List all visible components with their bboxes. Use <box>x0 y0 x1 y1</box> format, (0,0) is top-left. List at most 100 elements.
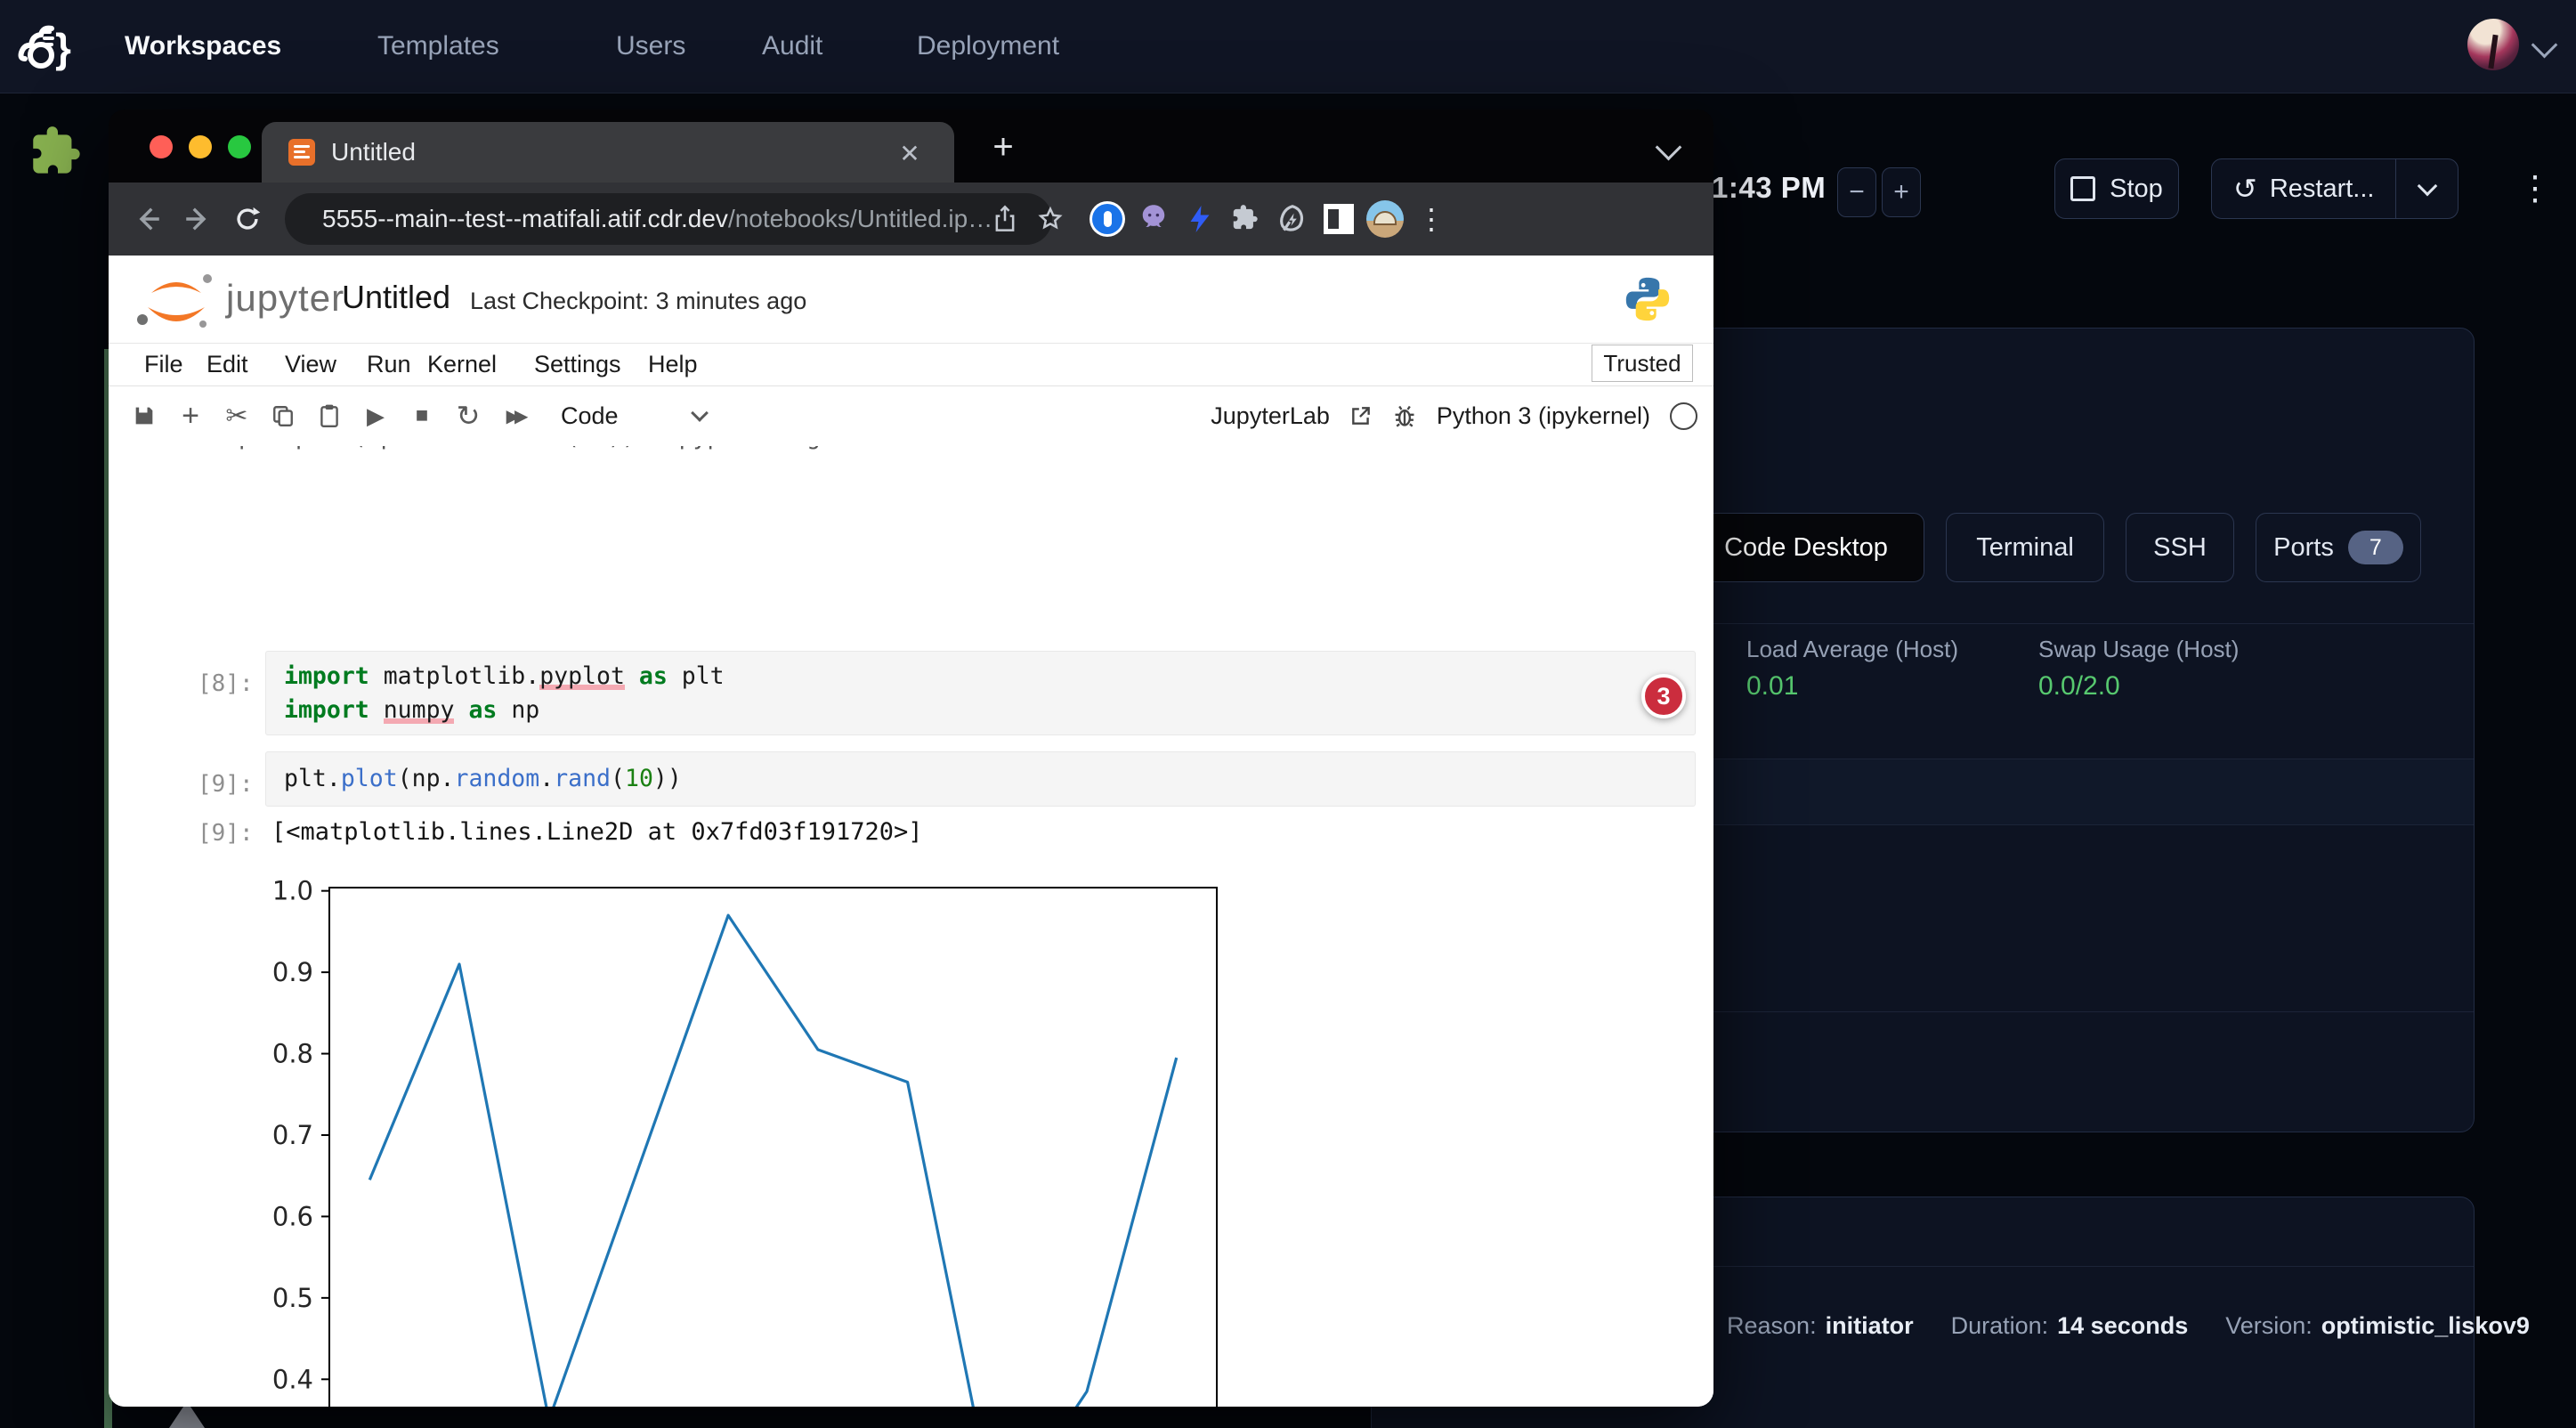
jupyterlab-link[interactable]: JupyterLab <box>1211 402 1330 430</box>
menu-edit[interactable]: Edit <box>207 343 248 385</box>
restart-workspace-button[interactable]: ↺ Restart... <box>2211 158 2459 219</box>
interrupt-kernel-button[interactable]: ■ <box>399 393 445 439</box>
add-cell-button[interactable]: + <box>167 393 214 439</box>
metric-load-average-value: 0.01 <box>1746 671 1798 702</box>
extensions-puzzle-icon[interactable] <box>1223 196 1269 242</box>
share-icon[interactable] <box>992 205 1017 233</box>
stop-workspace-button[interactable]: Stop <box>2054 158 2179 219</box>
app-button-ssh[interactable]: SSH <box>2126 513 2234 582</box>
notebook-title[interactable]: Untitled <box>342 279 450 316</box>
jupyter-favicon <box>288 139 315 166</box>
user-avatar[interactable] <box>2467 19 2519 70</box>
menu-run[interactable]: Run <box>367 343 411 385</box>
address-bar[interactable]: 5555--main--test--matifali.atif.cdr.dev/… <box>285 193 1052 245</box>
window-minimize-button[interactable] <box>189 135 212 158</box>
browser-tab[interactable]: Untitled ✕ <box>262 122 954 183</box>
menu-view[interactable]: View <box>285 343 336 385</box>
app-button-ports[interactable]: Ports 7 <box>2256 513 2421 582</box>
nav-item-deployment[interactable]: Deployment <box>917 0 1059 93</box>
run-cell-button[interactable]: ▶ <box>352 393 399 439</box>
restart-options-button[interactable] <box>2396 184 2458 193</box>
save-button[interactable] <box>121 393 167 439</box>
trusted-button[interactable]: Trusted <box>1592 345 1693 382</box>
svg-text:0.6: 0.6 <box>272 1201 313 1231</box>
energy-saver-icon[interactable] <box>1269 196 1316 242</box>
cell8-editor[interactable]: import matplotlib.pyplot as plt import n… <box>265 651 1696 735</box>
workspace-menu-button[interactable]: ⋮ <box>2510 157 2560 219</box>
menu-settings[interactable]: Settings <box>534 343 621 385</box>
kernel-name[interactable]: Python 3 (ipykernel) <box>1437 402 1650 430</box>
side-panel-icon[interactable] <box>1316 196 1362 242</box>
notebook-checkpoint: Last Checkpoint: 3 minutes ago <box>470 288 806 315</box>
stop-icon <box>2070 176 2095 201</box>
cut-cells-button[interactable]: ✂ <box>214 393 260 439</box>
window-zoom-button[interactable] <box>228 135 251 158</box>
cell9-prompt: [9]: <box>198 771 254 798</box>
cell-type-dropdown[interactable]: Code <box>561 402 619 430</box>
cell-type-chevron-icon[interactable] <box>691 404 709 422</box>
clock: 11:43 PM <box>1697 171 1826 205</box>
chevron-down-icon[interactable] <box>2531 32 2558 59</box>
nav-item-audit[interactable]: Audit <box>762 0 822 93</box>
browser-tab-strip: Untitled ✕ + <box>109 110 1713 183</box>
nav-item-users[interactable]: Users <box>616 0 685 93</box>
bookmark-star-icon[interactable] <box>1037 206 1064 232</box>
lightning-extension-icon[interactable] <box>1177 196 1223 242</box>
metric-load-average-label: Load Average (Host) <box>1746 636 1958 663</box>
restart-kernel-button[interactable]: ↻ <box>445 393 491 439</box>
jupyter-wordmark: jupyter <box>226 277 344 320</box>
nav-item-workspaces[interactable]: Workspaces <box>125 0 281 93</box>
svg-text:0.9: 0.9 <box>272 957 313 987</box>
external-link-icon[interactable] <box>1349 404 1373 427</box>
top-nav: } Workspaces Templates Users Audit Deplo… <box>0 0 2576 93</box>
cell8-prompt: [8]: <box>198 670 254 697</box>
nav-item-templates[interactable]: Templates <box>377 0 499 93</box>
app-button-terminal[interactable]: Terminal <box>1946 513 2104 582</box>
browser-menu-kebab-icon[interactable]: ⋮ <box>1408 196 1454 242</box>
github-extension-icon[interactable] <box>1130 196 1177 242</box>
python-logo-icon <box>1622 273 1673 325</box>
copy-cells-button[interactable] <box>260 393 306 439</box>
build-duration: 14 seconds <box>2057 1312 2188 1339</box>
metric-swap-usage-label: Swap Usage (Host) <box>2038 636 2239 663</box>
jupyter-logo-icon <box>132 268 221 332</box>
menu-help[interactable]: Help <box>648 343 698 385</box>
matplotlib-line-chart: 0.20.30.40.50.60.70.80.91.002468 <box>249 867 1255 1407</box>
kernel-status-icon <box>1670 402 1697 430</box>
metric-swap-usage-value: 0.0/2.0 <box>2038 671 2120 702</box>
clipped-cell-above: plt.plot(np.random.rand(10)) pyplot g <box>239 446 1040 454</box>
browser-profile-avatar[interactable] <box>1362 196 1408 242</box>
paste-cells-button[interactable] <box>306 393 352 439</box>
notification-badge[interactable]: 3 <box>1641 674 1686 718</box>
svg-text:0.8: 0.8 <box>272 1039 313 1069</box>
coder-logo-icon[interactable]: } <box>18 20 77 75</box>
restart-label: Restart... <box>2270 174 2375 204</box>
zoom-out-button[interactable]: − <box>1837 167 1876 217</box>
window-close-button[interactable] <box>150 135 173 158</box>
svg-text:0.7: 0.7 <box>272 1120 313 1150</box>
svg-text:1.0: 1.0 <box>272 876 313 906</box>
svg-text:0.4: 0.4 <box>272 1364 313 1394</box>
jupyter-toolbar: + ✂ ▶ ■ ↻ ▶▶ Code JupyterLab Pytho <box>109 385 1713 447</box>
puzzle-piece-icon <box>25 121 91 187</box>
svg-text:0.5: 0.5 <box>272 1283 313 1313</box>
run-all-cells-button[interactable]: ▶▶ <box>491 393 538 439</box>
tab-search-chevron-icon[interactable] <box>1656 134 1682 161</box>
svg-text:}: } <box>55 25 71 71</box>
restart-main[interactable]: ↺ Restart... <box>2212 172 2395 206</box>
menu-kernel[interactable]: Kernel <box>427 343 497 385</box>
build-version: optimistic_liskov9 <box>2321 1312 2530 1339</box>
menu-file[interactable]: File <box>144 343 183 385</box>
tab-close-icon[interactable]: ✕ <box>894 137 926 169</box>
zoom-in-button[interactable]: + <box>1882 167 1921 217</box>
cell9-editor[interactable]: plt.plot(np.random.rand(10)) <box>265 751 1696 807</box>
back-button[interactable] <box>123 194 173 244</box>
1password-extension-icon[interactable] <box>1084 196 1130 242</box>
new-tab-button[interactable]: + <box>985 129 1021 165</box>
debugger-bug-icon[interactable] <box>1392 403 1417 428</box>
jupyter-header: jupyter Untitled Last Checkpoint: 3 minu… <box>109 256 1713 344</box>
output9-prompt: [9]: <box>198 820 254 847</box>
forward-button[interactable] <box>173 194 223 244</box>
app-button-code-desktop[interactable]: Code Desktop <box>1688 513 1924 582</box>
reload-button[interactable] <box>223 194 272 244</box>
